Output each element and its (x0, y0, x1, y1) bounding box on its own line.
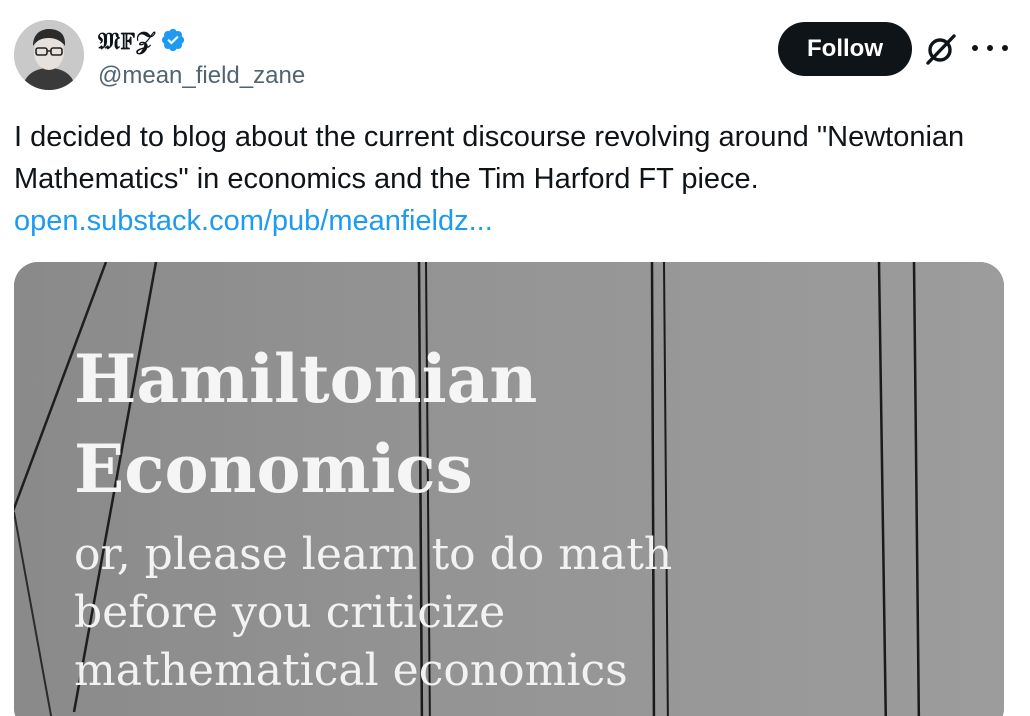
author-handle[interactable]: @mean_field_zane (98, 62, 305, 90)
grok-slash-icon[interactable] (924, 32, 958, 66)
media-card[interactable]: Hamiltonian Economics or, please learn t… (14, 262, 1004, 716)
tweet-header: 𝔐𝔽𝒵 @mean_field_zane Follow (14, 20, 1018, 92)
avatar[interactable] (14, 20, 84, 90)
display-name[interactable]: 𝔐𝔽𝒵 (98, 26, 154, 55)
media-title: Hamiltonian Economics (74, 334, 774, 514)
display-name-row: 𝔐𝔽𝒵 (98, 24, 305, 56)
follow-button[interactable]: Follow (778, 22, 912, 76)
media-title-line: Hamiltonian (74, 340, 538, 418)
tweet-text: I decided to blog about the current disc… (14, 121, 965, 195)
verified-badge-icon[interactable] (160, 27, 186, 53)
dot (1002, 45, 1008, 51)
dot (987, 45, 993, 51)
tweet-link[interactable]: open.substack.com/pub/meanfieldz... (14, 200, 493, 242)
avatar-photo-icon (14, 20, 84, 90)
tweet: 𝔐𝔽𝒵 @mean_field_zane Follow I decided to… (0, 0, 1030, 716)
media-subtitle: or, please learn to do math before you c… (74, 529, 673, 696)
author-names: 𝔐𝔽𝒵 @mean_field_zane (98, 24, 305, 90)
media-title-line: Economics (74, 430, 473, 508)
dot (972, 45, 978, 51)
more-dots-icon[interactable] (972, 36, 1008, 60)
